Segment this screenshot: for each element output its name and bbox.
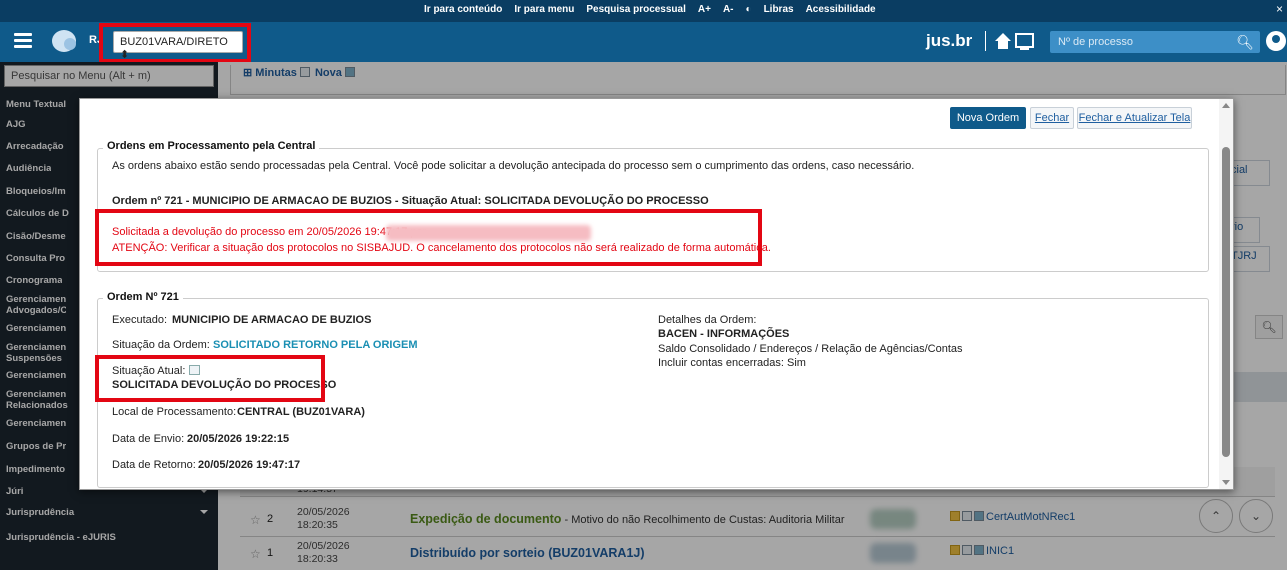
order-details-label: Detalhes da Ordem: <box>658 314 757 326</box>
central-orders-legend: Ordens em Processamento pela Central <box>103 140 320 152</box>
modal-scrollbar[interactable] <box>1219 99 1233 489</box>
return-date-value: 20/05/2026 19:47:17 <box>198 459 301 471</box>
new-order-button[interactable]: Nova Ordem <box>950 107 1026 129</box>
order-summary-title: Ordem nº 721 - MUNICIPIO DE ARMACAO DE B… <box>112 195 709 207</box>
accessibility-bar: Ir para conteúdo Ir para menu Pesquisa p… <box>0 0 1287 22</box>
libras-link[interactable]: Libras <box>764 4 794 15</box>
highlight-location-select <box>99 23 251 63</box>
close-button[interactable]: Fechar <box>1030 107 1074 129</box>
close-icon[interactable]: × <box>1276 2 1283 16</box>
scrollbar-thumb[interactable] <box>1222 147 1230 457</box>
executado-value: MUNICIPIO DE ARMACAO DE BUZIOS <box>172 314 372 326</box>
accessibility-links: Ir para conteúdo Ir para menu Pesquisa p… <box>424 4 876 15</box>
central-orders-intro: As ordens abaixo estão sendo processadas… <box>112 160 915 172</box>
user-icon[interactable] <box>1266 31 1286 51</box>
send-date-value: 20/05/2026 19:22:15 <box>187 433 290 445</box>
order-status-label: Situação da Ordem: <box>112 339 210 351</box>
scroll-up-arrow-icon[interactable] <box>1222 103 1230 108</box>
skip-to-menu-link[interactable]: Ir para menu <box>514 4 574 15</box>
order-detail-legend: Ordem Nº 721 <box>103 291 183 303</box>
processing-location-label: Local de Processamento: <box>112 406 237 418</box>
processing-location-value: CENTRAL (BUZ01VARA) <box>237 406 365 418</box>
highlight-return-request <box>95 209 762 266</box>
accessibility-link[interactable]: Acessibilidade <box>806 4 876 15</box>
search-icon[interactable]: 🔍︎ <box>1236 34 1254 51</box>
order-details-line: Saldo Consolidado / Endereços / Relação … <box>658 343 963 355</box>
home-icon[interactable] <box>993 30 1035 52</box>
font-increase-link[interactable]: A+ <box>698 4 711 15</box>
font-decrease-link[interactable]: A- <box>723 4 734 15</box>
orders-modal: Nova Ordem Fechar Fechar e Atualizar Tel… <box>79 98 1234 490</box>
scroll-down-arrow-icon[interactable] <box>1222 480 1230 485</box>
process-number-input[interactable]: Nº de processo 🔍︎ <box>1050 31 1260 53</box>
order-details-line: Incluir contas encerradas: Sim <box>658 357 806 369</box>
order-details-title: BACEN - INFORMAÇÕES <box>658 328 790 340</box>
order-status-value: SOLICITADO RETORNO PELA ORIGEM <box>213 339 418 351</box>
highlight-current-status <box>95 355 325 402</box>
return-date-label: Data de Retorno: <box>112 459 196 471</box>
jusbr-brand[interactable]: jus.br <box>926 31 972 51</box>
executado-label: Executado: <box>112 314 168 326</box>
process-search-link[interactable]: Pesquisa processual <box>586 4 686 15</box>
header-divider <box>985 31 986 51</box>
contrast-icon[interactable]: ◐ <box>746 4 752 15</box>
close-refresh-button[interactable]: Fechar e Atualizar Tela <box>1077 107 1192 129</box>
send-date-label: Data de Envio: <box>112 433 185 445</box>
court-logo-icon <box>52 30 76 52</box>
hamburger-menu-icon[interactable] <box>14 33 32 49</box>
skip-to-content-link[interactable]: Ir para conteúdo <box>424 4 502 15</box>
process-number-placeholder: Nº de processo <box>1058 36 1133 48</box>
